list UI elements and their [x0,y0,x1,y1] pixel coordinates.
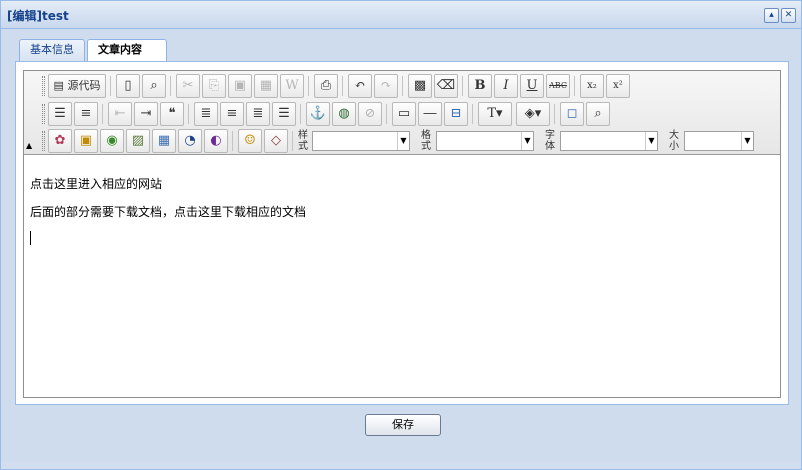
align-left-icon[interactable]: ≣ [194,102,218,126]
special-char-icon[interactable]: ◇ [264,129,288,153]
template-icon[interactable]: ▦ [152,129,176,153]
editor-content-area[interactable]: 点击这里进入相应的网站 后面的部分需要下载文档，点击这里下载相应的文档 [30,167,770,387]
anchor-icon[interactable]: ⚓ [306,102,330,126]
paste-word-icon[interactable]: W [280,74,304,98]
font-label: 字体 [545,130,555,152]
source-code-label: 源代码 [67,79,101,92]
toolbar-separator [300,104,301,124]
style-label: 样式 [298,130,308,152]
text-cursor [30,231,31,245]
chevron-down-icon[interactable]: ▼ [521,132,533,150]
content-line-2[interactable]: 后面的部分需要下载文档，点击这里下载相应的文档 [30,203,306,220]
font-select[interactable]: ▼ [560,131,658,151]
toolbar-separator [554,104,555,124]
toolbar-separator [472,104,473,124]
content-line-1[interactable]: 点击这里进入相应的网站 [30,175,162,192]
toolbar-separator [574,76,575,96]
toolbar-separator [188,104,189,124]
print-icon[interactable]: ⎙ [314,74,338,98]
chevron-down-icon[interactable]: ▼ [741,132,753,150]
editor-toolbar: ▲ ▤ 源代码 ▯ ⌕ ✂ ⎘ ▣ ▦ W ⎙ ↶ ↷ ▩ ⌫ B I U AB… [24,71,780,155]
align-justify-icon[interactable]: ☰ [272,102,296,126]
tab-basic-info[interactable]: 基本信息 [19,39,85,61]
toolbar-separator [102,104,103,124]
source-icon: ▤ [53,79,64,92]
size-select[interactable]: ▼ [684,131,754,151]
close-icon[interactable]: ✕ [781,8,796,23]
dialog-title: [编辑]test [7,9,69,23]
undo-icon[interactable]: ↶ [348,74,372,98]
media-icon[interactable]: ▣ [74,129,98,153]
paste-icon[interactable]: ▣ [228,74,252,98]
background-color-button[interactable]: ◈▾ [516,102,550,126]
subscript-button[interactable]: x₂ [580,74,604,98]
tab-panel: ▲ ▤ 源代码 ▯ ⌕ ✂ ⎘ ▣ ▦ W ⎙ ↶ ↷ ▩ ⌫ B I U AB… [15,61,789,405]
tab-strip: 基本信息 文章内容 [15,37,789,63]
collapse-icon[interactable]: ▴ [764,8,779,23]
toolbar-grip[interactable] [42,76,45,96]
bold-button[interactable]: B [468,74,492,98]
edit-dialog: [编辑]test ▴ ✕ 基本信息 文章内容 ▲ ▤ 源代码 ▯ ⌕ ✂ ⎘ ▣… [0,0,802,470]
format-select[interactable]: ▼ [436,131,534,151]
toolbar-grip[interactable] [42,131,45,151]
toolbar-grip[interactable] [42,104,45,124]
numbered-list-icon[interactable]: ☰ [48,102,72,126]
show-blocks-icon[interactable]: ▭ [392,102,416,126]
indent-icon[interactable]: ⇥ [134,102,158,126]
bold-label: B [474,78,486,93]
superscript-button[interactable]: x² [606,74,630,98]
globe-icon[interactable]: ◉ [100,129,124,153]
remove-format-icon[interactable]: ⌫ [434,74,458,98]
toolbar-separator [308,76,309,96]
dialog-body: 基本信息 文章内容 ▲ ▤ 源代码 ▯ ⌕ ✂ ⎘ ▣ ▦ W ⎙ ↶ ↷ ▩ … [15,37,789,407]
underline-button[interactable]: U [520,74,544,98]
copy-icon[interactable]: ⎘ [202,74,226,98]
cut-icon[interactable]: ✂ [176,74,200,98]
style-select[interactable]: ▼ [312,131,410,151]
size-label: 大小 [669,130,679,152]
source-code-button[interactable]: ▤ 源代码 [48,74,106,98]
toolbar-separator [402,76,403,96]
align-center-icon[interactable]: ≡ [220,102,244,126]
compass-icon[interactable]: ◔ [178,129,202,153]
rich-text-editor: ▲ ▤ 源代码 ▯ ⌕ ✂ ⎘ ▣ ▦ W ⎙ ↶ ↷ ▩ ⌫ B I U AB… [23,70,781,398]
find-icon[interactable]: ⌕ [586,102,610,126]
toolbar-separator [170,76,171,96]
speech-bubble-icon[interactable]: ◐ [204,129,228,153]
bulleted-list-icon[interactable]: ≡ [74,102,98,126]
redo-icon[interactable]: ↷ [374,74,398,98]
horizontal-rule-icon[interactable]: ― [418,102,442,126]
save-button[interactable]: 保存 [365,414,441,436]
toolbar-separator [110,76,111,96]
text-color-button[interactable]: T▾ [478,102,512,126]
toolbar-separator [462,76,463,96]
strikethrough-button[interactable]: ABC [546,74,570,98]
maximize-icon[interactable]: ◻ [560,102,584,126]
new-page-icon[interactable]: ▯ [116,74,140,98]
select-all-icon[interactable]: ▩ [408,74,432,98]
link-icon[interactable]: ◍ [332,102,356,126]
blockquote-button[interactable]: ❝ [160,102,184,126]
toolbar-separator [386,104,387,124]
align-right-icon[interactable]: ≣ [246,102,270,126]
tab-article-content[interactable]: 文章内容 [87,39,167,63]
paste-text-icon[interactable]: ▦ [254,74,278,98]
toolbar-collapse-icon[interactable]: ▲ [26,141,32,150]
toolbar-separator [342,76,343,96]
image-icon[interactable]: ▨ [126,129,150,153]
format-label: 格式 [421,130,431,152]
page-break-icon[interactable]: ⊟ [444,102,468,126]
italic-button[interactable]: I [494,74,518,98]
flash-icon[interactable]: ✿ [48,129,72,153]
chevron-down-icon[interactable]: ▼ [397,132,409,150]
dialog-titlebar[interactable]: [编辑]test ▴ ✕ [1,1,801,29]
unlink-icon[interactable]: ⊘ [358,102,382,126]
dialog-bottom-border [1,461,801,469]
chevron-down-icon[interactable]: ▼ [645,132,657,150]
toolbar-separator [292,131,293,151]
outdent-icon[interactable]: ⇤ [108,102,132,126]
toolbar-separator [232,131,233,151]
smiley-icon[interactable]: ☺ [238,129,262,153]
preview-icon[interactable]: ⌕ [142,74,166,98]
